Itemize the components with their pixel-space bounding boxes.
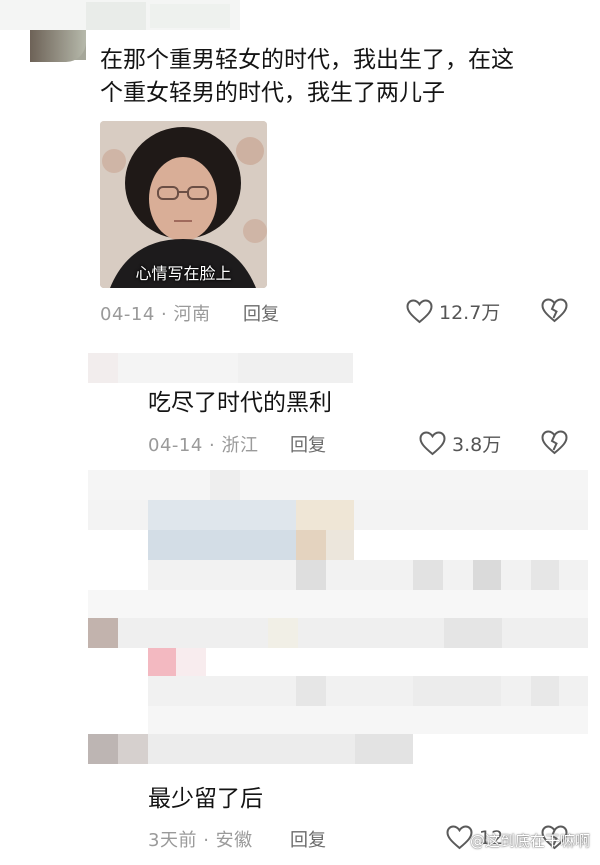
comment-text: 吃尽了时代的黑利 xyxy=(148,390,332,416)
comment-location: 浙江 xyxy=(221,435,259,456)
reply-button[interactable]: 回复 xyxy=(290,826,326,852)
broken-heart-icon xyxy=(541,430,568,455)
heart-icon xyxy=(406,299,433,324)
dislike-button[interactable] xyxy=(541,298,568,323)
like-button[interactable]: 12.7万 xyxy=(406,298,500,325)
comment-date: 04-14 xyxy=(148,435,203,456)
heart-icon xyxy=(446,825,473,850)
watermark: @这到底在干嘛啊 xyxy=(469,832,590,850)
sticker-caption: 心情写在脸上 xyxy=(135,264,232,283)
comment-text-line: 个重女轻男的时代，我生了两儿子 xyxy=(100,80,445,106)
comment-date: 04-14 xyxy=(100,304,155,325)
comment-location: 安徽 xyxy=(215,830,253,851)
like-count: 3.8万 xyxy=(452,434,502,456)
reply-button[interactable]: 回复 xyxy=(290,431,326,457)
comment-meta: 04-14 · 河南 xyxy=(100,300,211,326)
meta-separator: · xyxy=(161,304,168,325)
heart-icon xyxy=(419,431,446,456)
comment-date: 3天前 xyxy=(148,830,197,851)
comment-location: 河南 xyxy=(173,304,211,325)
comment-text: 最少留了后 xyxy=(148,786,263,812)
like-count: 12.7万 xyxy=(439,302,501,324)
broken-heart-icon xyxy=(541,298,568,323)
avatar[interactable] xyxy=(30,30,86,62)
like-button[interactable]: 3.8万 xyxy=(419,430,501,457)
reply-button[interactable]: 回复 xyxy=(243,300,279,326)
comment-meta: 04-14 · 浙江 xyxy=(148,431,259,457)
comment-text-line: 在那个重男轻女的时代，我出生了，在这 xyxy=(100,47,514,73)
comment-meta: 3天前 · 安徽 xyxy=(148,826,253,852)
meta-separator: · xyxy=(209,435,216,456)
comment-text: 在那个重男轻女的时代，我出生了，在这 个重女轻男的时代，我生了两儿子 xyxy=(100,44,570,110)
sticker-image[interactable]: 心情写在脸上 xyxy=(100,121,267,288)
meta-separator: · xyxy=(203,830,210,851)
dislike-button[interactable] xyxy=(541,430,568,455)
